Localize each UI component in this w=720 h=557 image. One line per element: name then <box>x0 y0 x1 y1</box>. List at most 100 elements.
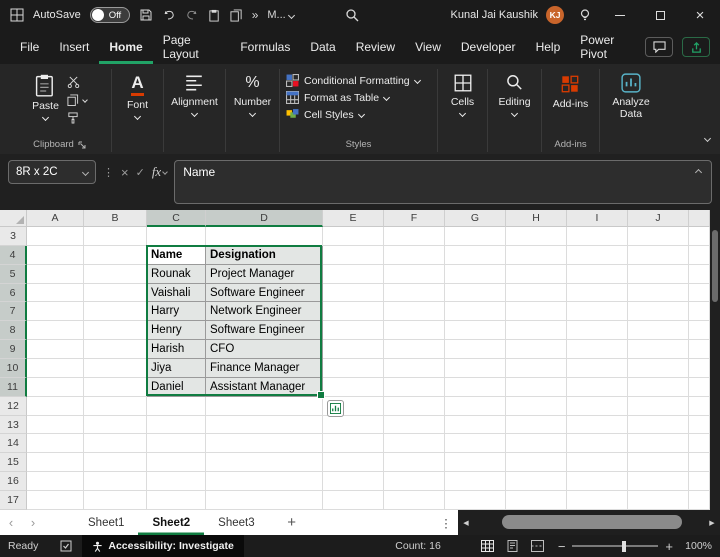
copy-icon[interactable] <box>230 9 243 22</box>
formula-input[interactable]: Name <box>174 160 712 204</box>
tab-insert[interactable]: Insert <box>49 30 99 64</box>
cell-G17[interactable] <box>445 491 506 510</box>
cell-J7[interactable] <box>628 302 689 321</box>
add-sheet-button[interactable]: + <box>277 510 307 535</box>
cell-B13[interactable] <box>84 416 147 435</box>
cell-G13[interactable] <box>445 416 506 435</box>
sheet-menu-icon[interactable]: ⋮ <box>434 510 458 535</box>
cell-I7[interactable] <box>567 302 628 321</box>
cell-D16[interactable] <box>206 472 323 491</box>
cell-I6[interactable] <box>567 284 628 303</box>
row-header-11[interactable]: 11 <box>0 378 27 397</box>
cell-partial-11[interactable] <box>689 378 710 397</box>
column-header-D[interactable]: D <box>206 210 323 227</box>
cell-C7[interactable]: Harry <box>147 302 206 321</box>
cell-J13[interactable] <box>628 416 689 435</box>
cell-E15[interactable] <box>323 453 384 472</box>
cell-F3[interactable] <box>384 227 445 246</box>
cell-D15[interactable] <box>206 453 323 472</box>
cell-J6[interactable] <box>628 284 689 303</box>
more-menu[interactable]: M... <box>267 9 293 21</box>
cell-A6[interactable] <box>27 284 84 303</box>
column-header-F[interactable]: F <box>384 210 445 227</box>
cell-C3[interactable] <box>147 227 206 246</box>
cell-I4[interactable] <box>567 246 628 265</box>
row-header-7[interactable]: 7 <box>0 302 27 321</box>
paste-icon[interactable] <box>208 9 221 22</box>
cell-J15[interactable] <box>628 453 689 472</box>
row-header-5[interactable]: 5 <box>0 265 27 284</box>
cell-H16[interactable] <box>506 472 567 491</box>
cell-H6[interactable] <box>506 284 567 303</box>
maximize-button[interactable] <box>640 0 680 30</box>
spell-check-icon[interactable] <box>60 540 72 552</box>
count-label[interactable]: Count: 16 <box>395 540 441 552</box>
cell-J5[interactable] <box>628 265 689 284</box>
horizontal-scrollbar-track[interactable] <box>474 510 704 535</box>
cell-F15[interactable] <box>384 453 445 472</box>
cell-B4[interactable] <box>84 246 147 265</box>
cell-G12[interactable] <box>445 397 506 416</box>
cell-E5[interactable] <box>323 265 384 284</box>
cell-F7[interactable] <box>384 302 445 321</box>
cell-I13[interactable] <box>567 416 628 435</box>
cell-D7[interactable]: Network Engineer <box>206 302 323 321</box>
cell-I17[interactable] <box>567 491 628 510</box>
cell-H14[interactable] <box>506 434 567 453</box>
normal-view-icon[interactable] <box>481 540 494 552</box>
cell-A14[interactable] <box>27 434 84 453</box>
paste-button[interactable]: Paste <box>32 69 59 124</box>
cell-G15[interactable] <box>445 453 506 472</box>
cell-C4[interactable]: Name <box>147 246 206 265</box>
cell-partial-4[interactable] <box>689 246 710 265</box>
cell-A4[interactable] <box>27 246 84 265</box>
cell-J17[interactable] <box>628 491 689 510</box>
search-icon[interactable] <box>345 8 359 22</box>
cell-A10[interactable] <box>27 359 84 378</box>
cell-D12[interactable] <box>206 397 323 416</box>
cell-J12[interactable] <box>628 397 689 416</box>
column-header-B[interactable]: B <box>84 210 147 227</box>
scroll-right-icon[interactable]: ▶ <box>704 519 720 527</box>
cell-E13[interactable] <box>323 416 384 435</box>
cell-C8[interactable]: Henry <box>147 321 206 340</box>
cell-A13[interactable] <box>27 416 84 435</box>
tab-data[interactable]: Data <box>300 30 345 64</box>
cell-C5[interactable]: Rounak <box>147 265 206 284</box>
page-break-icon[interactable] <box>531 540 544 552</box>
cell-C9[interactable]: Harish <box>147 340 206 359</box>
cell-A5[interactable] <box>27 265 84 284</box>
cell-partial-7[interactable] <box>689 302 710 321</box>
alignment-button[interactable]: Alignment <box>171 69 218 116</box>
cell-G8[interactable] <box>445 321 506 340</box>
cell-F14[interactable] <box>384 434 445 453</box>
cell-I9[interactable] <box>567 340 628 359</box>
cell-B7[interactable] <box>84 302 147 321</box>
cell-partial-17[interactable] <box>689 491 710 510</box>
cell-partial-6[interactable] <box>689 284 710 303</box>
cell-E4[interactable] <box>323 246 384 265</box>
cell-A15[interactable] <box>27 453 84 472</box>
cell-G5[interactable] <box>445 265 506 284</box>
cells-button[interactable]: Cells <box>451 69 474 116</box>
column-header-A[interactable]: A <box>27 210 84 227</box>
cell-H5[interactable] <box>506 265 567 284</box>
tab-review[interactable]: Review <box>346 30 405 64</box>
cell-B15[interactable] <box>84 453 147 472</box>
cell-D13[interactable] <box>206 416 323 435</box>
format-as-table-button[interactable]: Format as Table <box>286 91 431 104</box>
cell-D17[interactable] <box>206 491 323 510</box>
cell-E16[interactable] <box>323 472 384 491</box>
cell-G9[interactable] <box>445 340 506 359</box>
cell-I8[interactable] <box>567 321 628 340</box>
cancel-icon[interactable]: × <box>121 160 129 184</box>
cell-partial-14[interactable] <box>689 434 710 453</box>
cell-B10[interactable] <box>84 359 147 378</box>
tab-power-pivot[interactable]: Power Pivot <box>570 30 645 64</box>
cell-I16[interactable] <box>567 472 628 491</box>
tab-home[interactable]: Home <box>99 30 152 64</box>
formula-expand-icon[interactable] <box>695 169 702 176</box>
accessibility-status[interactable]: Accessibility: Investigate <box>82 535 243 557</box>
cell-H13[interactable] <box>506 416 567 435</box>
cell-G3[interactable] <box>445 227 506 246</box>
